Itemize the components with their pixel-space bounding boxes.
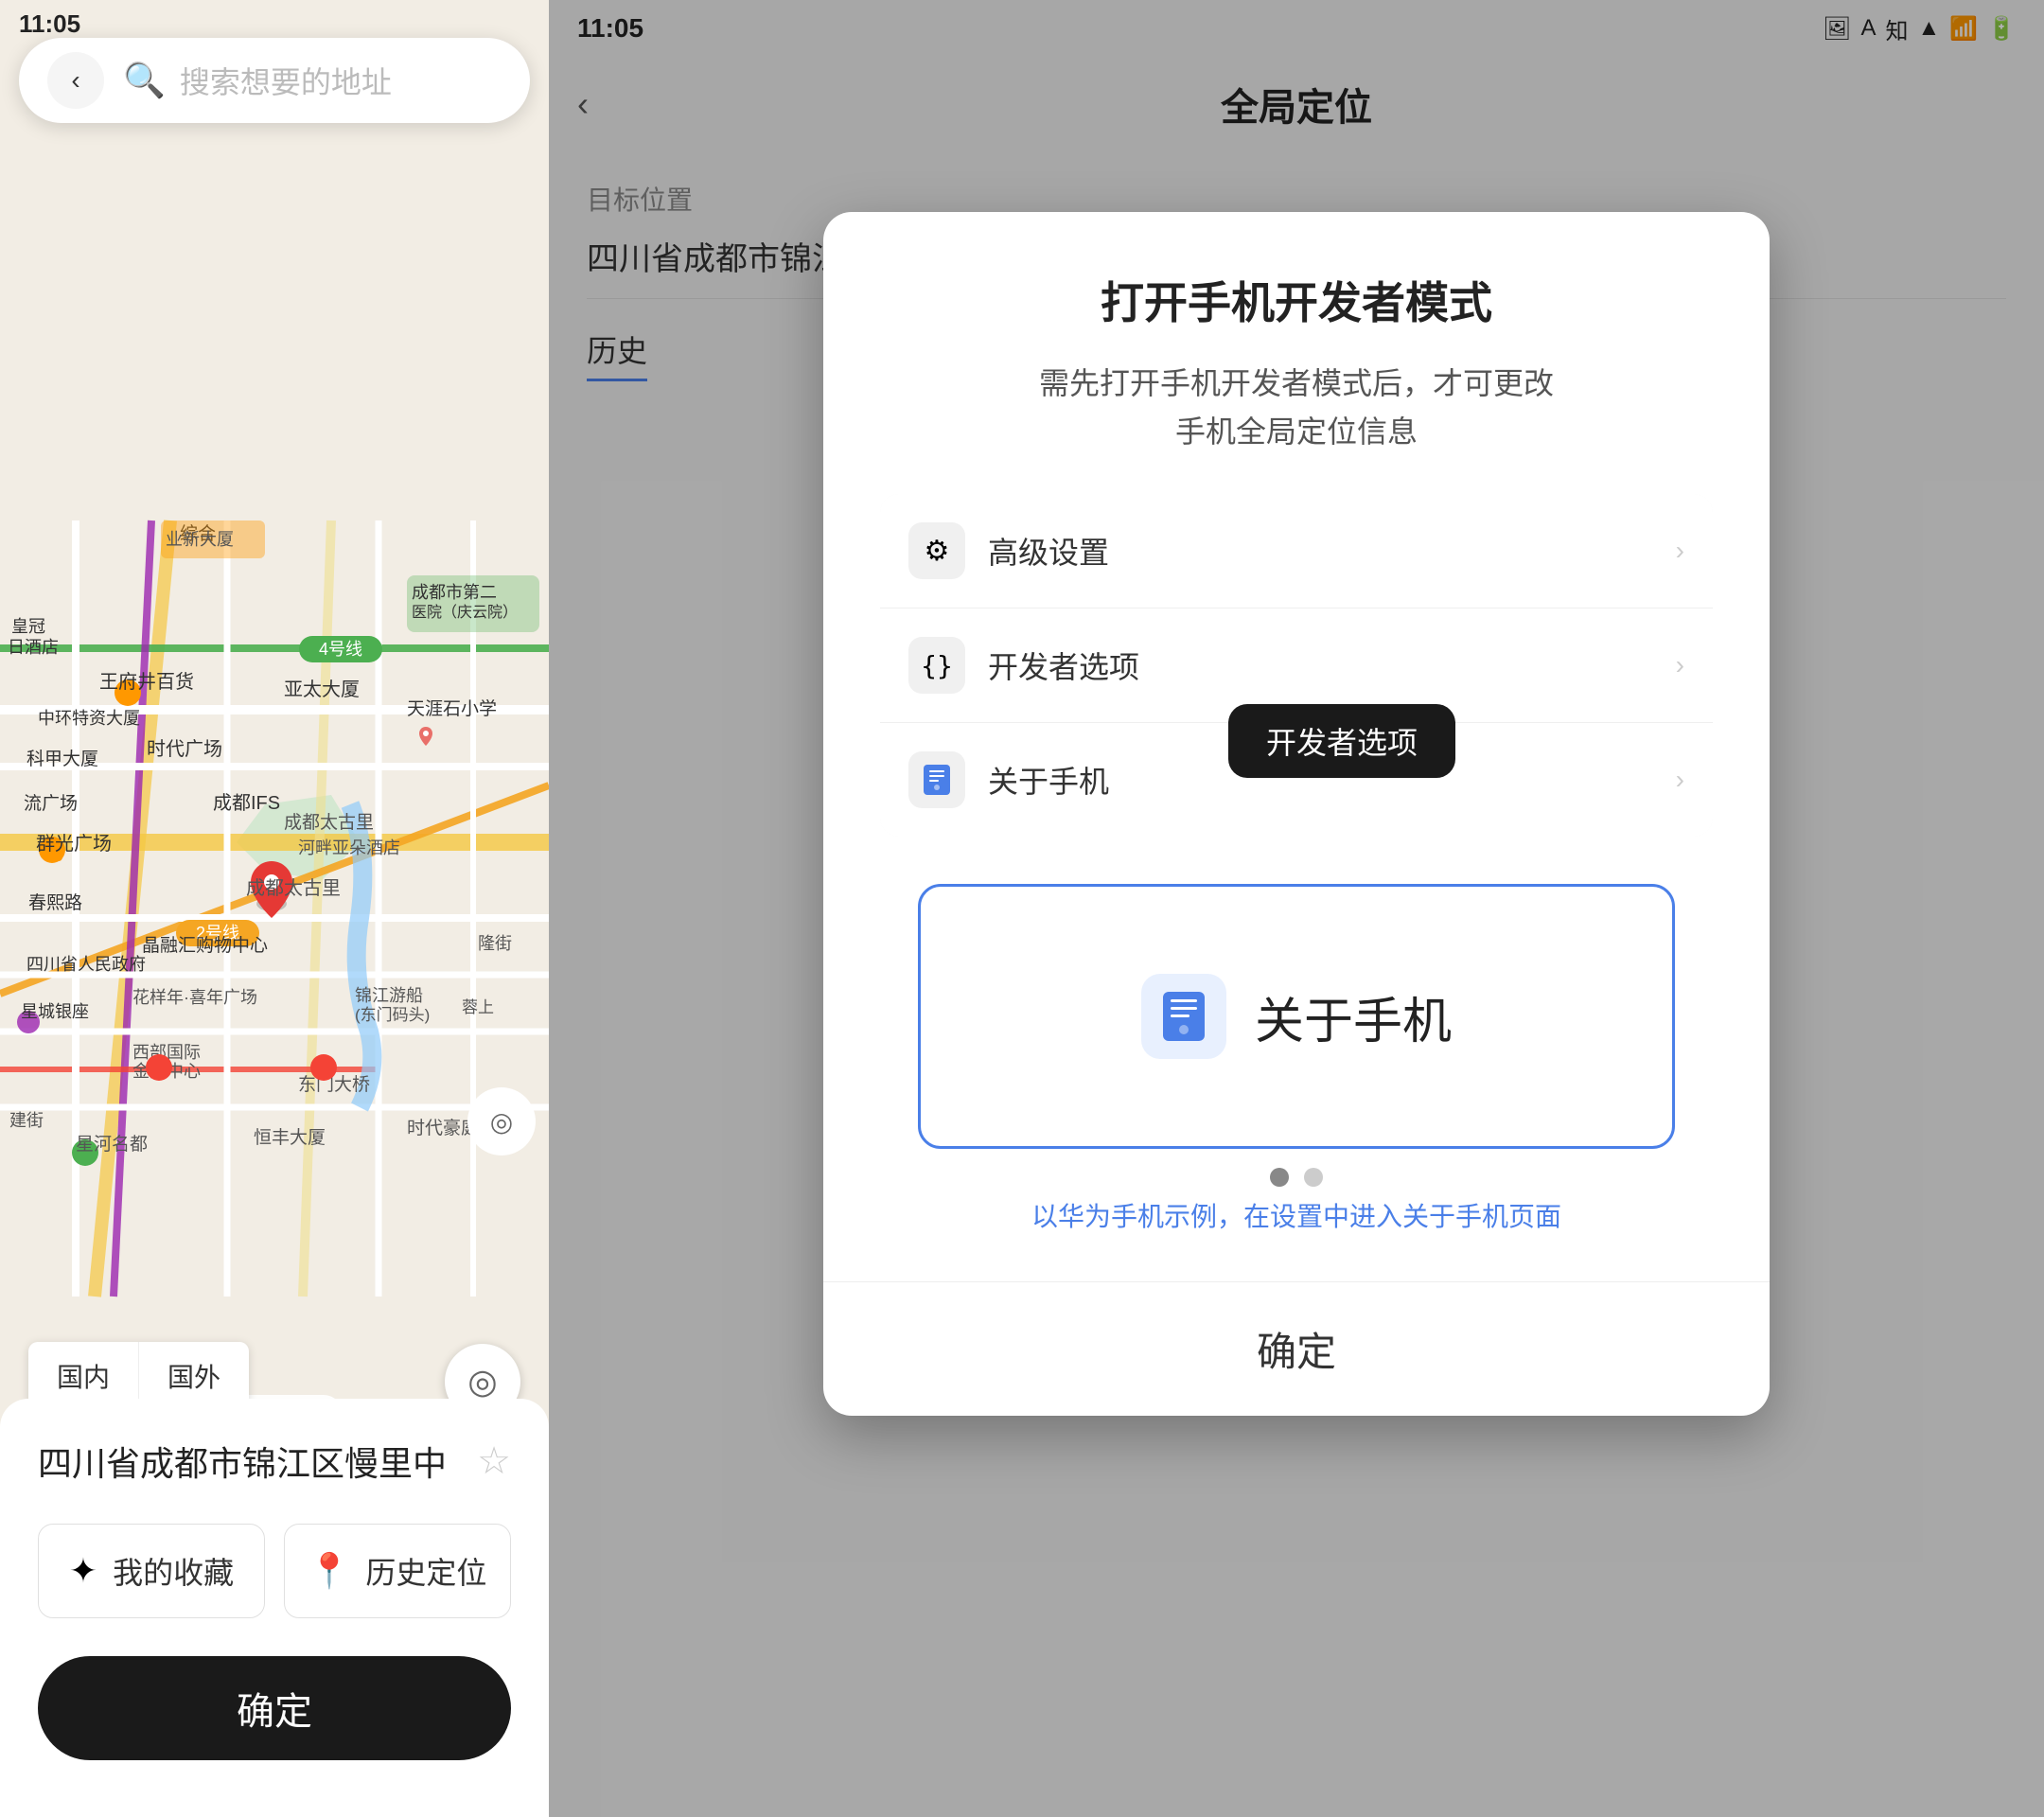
- svg-text:建街: 建街: [9, 1111, 44, 1130]
- favorites-button[interactable]: ✦ 我的收藏: [38, 1524, 265, 1618]
- left-panel: 11:05: [0, 0, 549, 1817]
- about-phone-icon: [908, 751, 965, 808]
- carousel-dots: [1270, 1168, 1323, 1187]
- advanced-settings-icon: ⚙: [908, 522, 965, 579]
- location-row: 四川省成都市锦江区慢里中 ☆: [38, 1437, 511, 1486]
- left-bottom-panel: 四川省成都市锦江区慢里中 ☆ ✦ 我的收藏 📍 历史定位 确定: [0, 1399, 549, 1817]
- chevron-right-icon-1: ›: [1676, 650, 1684, 680]
- carousel-dot-1: [1270, 1168, 1289, 1187]
- left-confirm-button[interactable]: 确定: [38, 1656, 511, 1760]
- developer-options-icon: {}: [908, 637, 965, 694]
- dialog-confirm-button[interactable]: 确定: [1257, 1320, 1336, 1378]
- svg-text:◎: ◎: [490, 1107, 513, 1137]
- svg-text:四川省人民政府: 四川省人民政府: [26, 955, 146, 974]
- left-status-time: 11:05: [19, 9, 80, 39]
- svg-text:业新大厦: 业新大厦: [166, 530, 234, 549]
- modal-body: 打开手机开发者模式 需先打开手机开发者模式后，才可更改手机全局定位信息 ⚙ 高级…: [823, 212, 1770, 1281]
- dialog-confirm-area: 确定: [823, 1281, 1770, 1416]
- favorites-icon: ✦: [69, 1551, 97, 1591]
- left-status-bar: 11:05: [0, 0, 549, 47]
- carousel-link-text[interactable]: 以华为手机示例，在设置中进入关于手机页面: [1031, 1196, 1561, 1234]
- dialog-title: 打开手机开发者模式: [880, 269, 1713, 331]
- left-back-button[interactable]: ‹: [47, 52, 104, 109]
- location-name-text: 四川省成都市锦江区慢里中: [38, 1437, 447, 1486]
- svg-text:(东门码头): (东门码头): [355, 1006, 430, 1024]
- svg-text:东门大桥: 东门大桥: [298, 1074, 370, 1095]
- svg-text:4号线: 4号线: [319, 640, 362, 659]
- svg-text:花样年·喜年广场: 花样年·喜年广场: [132, 988, 257, 1007]
- favorites-label: 我的收藏: [113, 1549, 234, 1593]
- favorite-star-icon[interactable]: ☆: [477, 1439, 511, 1483]
- svg-text:成都IFS: 成都IFS: [213, 792, 280, 814]
- svg-text:群光广场: 群光广场: [36, 833, 112, 855]
- svg-text:医院（庆云院）: 医院（庆云院）: [412, 604, 518, 621]
- svg-text:恒丰大厦: 恒丰大厦: [254, 1127, 326, 1148]
- developer-popup-label: 开发者选项: [1228, 704, 1455, 778]
- svg-text:春熙路: 春熙路: [28, 892, 82, 913]
- svg-text:锦江游船: 锦江游船: [355, 986, 423, 1005]
- svg-text:成都市第二: 成都市第二: [412, 583, 497, 602]
- chevron-right-icon-2: ›: [1676, 765, 1684, 795]
- svg-text:晶融汇购物中心: 晶融汇购物中心: [142, 935, 268, 956]
- search-bar[interactable]: ‹ 🔍 搜索想要的地址: [19, 38, 530, 123]
- svg-text:亚太大厦: 亚太大厦: [284, 679, 360, 700]
- svg-text:成都太古里: 成都太古里: [284, 812, 374, 833]
- carousel-area: 开发者选项: [880, 865, 1713, 1281]
- svg-text:星城银座: 星城银座: [21, 1002, 89, 1021]
- right-panel: 11:05 🖼 A 知 ▲ 📶 🔋 ‹ 全局定位 目标位置 四川省成都市锦江区慢…: [549, 0, 2044, 1817]
- svg-text:星河名都: 星河名都: [76, 1134, 148, 1155]
- history-label: 历史定位: [365, 1549, 486, 1593]
- svg-text:流广场: 流广场: [24, 793, 78, 814]
- svg-text:中环特资大厦: 中环特资大厦: [38, 709, 140, 728]
- svg-text:蓉上: 蓉上: [462, 998, 494, 1016]
- svg-text:隆街: 隆街: [478, 934, 512, 953]
- history-button[interactable]: 📍 历史定位: [284, 1524, 511, 1618]
- svg-text:河畔亚朵酒店: 河畔亚朵酒店: [298, 838, 400, 857]
- left-confirm-label: 确定: [237, 1681, 312, 1736]
- action-buttons-row: ✦ 我的收藏 📍 历史定位: [38, 1524, 511, 1618]
- settings-item-advanced[interactable]: ⚙ 高级设置 ›: [880, 494, 1713, 609]
- search-input-placeholder[interactable]: 搜索想要的地址: [180, 59, 392, 102]
- svg-text:科甲大厦: 科甲大厦: [26, 749, 98, 769]
- svg-text:天涯石小学: 天涯石小学: [407, 698, 497, 719]
- advanced-settings-label: 高级设置: [988, 529, 1676, 573]
- search-icon: 🔍: [123, 61, 166, 100]
- dialog-desc-text: 需先打开手机开发者模式后，才可更改手机全局定位信息: [1039, 366, 1554, 449]
- settings-list: ⚙ 高级设置 › {} 开发者选项 ›: [880, 494, 1713, 837]
- history-icon: 📍: [308, 1551, 351, 1591]
- svg-text:皇冠: 皇冠: [11, 617, 45, 636]
- dialog-description: 需先打开手机开发者模式后，才可更改手机全局定位信息: [880, 360, 1713, 456]
- carousel-dot-2: [1304, 1168, 1323, 1187]
- carousel-card-text: 关于手机: [1255, 981, 1452, 1052]
- modal-overlay: 打开手机开发者模式 需先打开手机开发者模式后，才可更改手机全局定位信息 ⚙ 高级…: [549, 0, 2044, 1817]
- chevron-right-icon-0: ›: [1676, 536, 1684, 566]
- svg-text:成都太古里: 成都太古里: [246, 877, 341, 899]
- svg-text:时代广场: 时代广场: [147, 738, 222, 760]
- svg-text:王府井百货: 王府井百货: [99, 671, 194, 693]
- carousel-card-icon: [1141, 974, 1226, 1059]
- developer-mode-dialog: 打开手机开发者模式 需先打开手机开发者模式后，才可更改手机全局定位信息 ⚙ 高级…: [823, 212, 1770, 1416]
- developer-options-label: 开发者选项: [988, 644, 1676, 687]
- svg-text:日酒店: 日酒店: [8, 638, 59, 657]
- carousel-card: 关于手机: [918, 884, 1675, 1149]
